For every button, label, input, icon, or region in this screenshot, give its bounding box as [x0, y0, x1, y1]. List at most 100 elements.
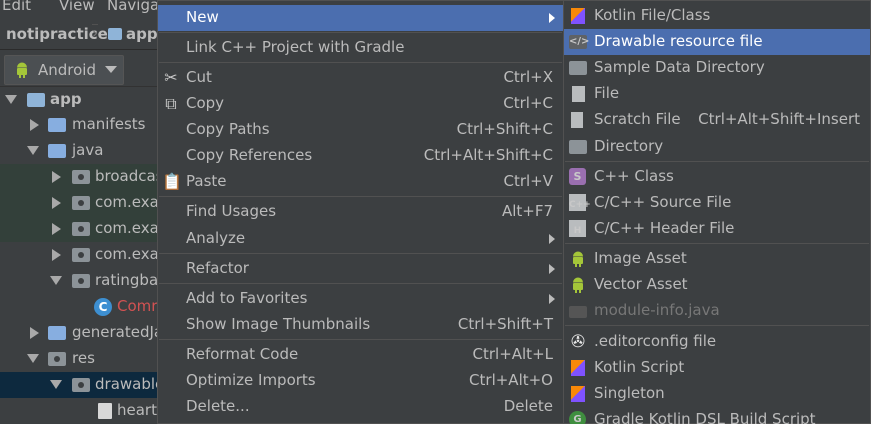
menu-item-label: Drawable resource file [594, 32, 763, 50]
submenu-item-singleton[interactable]: Singleton [564, 381, 870, 407]
menu-item-label: C/C++ Header File [594, 219, 735, 237]
menu-item-label: Gradle Kotlin DSL Build Script [594, 410, 816, 424]
menu-item-label: Delete... [186, 397, 250, 415]
menu-item-label: C++ Class [594, 167, 674, 185]
tree-item-package[interactable]: com.exan [0, 216, 160, 242]
menu-item-cut[interactable]: ✂ Cut Ctrl+X [158, 65, 563, 91]
menu-item-label: Sample Data Directory [594, 58, 765, 76]
menu-item-link-cpp[interactable]: Link C++ Project with Gradle [158, 35, 563, 61]
menu-item-label: Singleton [594, 384, 665, 402]
project-view-label: Android [38, 61, 96, 79]
folder-icon [48, 326, 66, 340]
menu-item-shortcut: Ctrl+X [503, 68, 553, 86]
package-icon [72, 274, 90, 288]
collapse-arrow-icon[interactable] [52, 223, 61, 235]
menu-separator [159, 196, 562, 197]
submenu-item-gradle-kotlin[interactable]: G Gradle Kotlin DSL Build Script [564, 407, 870, 424]
submenu-item-scratch-file[interactable]: Scratch File Ctrl+Alt+Shift+Insert [564, 107, 870, 133]
menu-item-copy[interactable]: ⧉ Copy Ctrl+C [158, 91, 563, 117]
singleton-icon [571, 386, 585, 402]
menu-item-label: Find Usages [186, 202, 277, 220]
new-submenu: Kotlin File/Class </> Drawable resource … [563, 0, 871, 424]
menu-view[interactable]: View [59, 0, 95, 14]
menu-edit[interactable]: Edit [2, 0, 31, 14]
tree-item-java[interactable]: java [0, 138, 160, 164]
tree-item-package[interactable]: com.exan [0, 242, 160, 268]
expand-arrow-icon[interactable] [50, 380, 62, 389]
cpp-class-icon: S [569, 168, 586, 185]
tree-item-generated[interactable]: generatedJa [0, 320, 160, 346]
expand-arrow-icon[interactable] [50, 276, 62, 285]
menu-item-shortcut: Ctrl+C [503, 94, 553, 112]
menu-item-label: Show Image Thumbnails [186, 315, 371, 333]
collapse-arrow-icon[interactable] [52, 249, 61, 261]
menu-item-reformat[interactable]: Reformat Code Ctrl+Alt+L [158, 342, 563, 368]
submenu-item-image-asset[interactable]: Image Asset [564, 246, 870, 272]
menu-item-label: Optimize Imports [186, 371, 316, 389]
tree-item-app[interactable]: app [0, 87, 160, 113]
menu-item-label: C/C++ Source File [594, 193, 732, 211]
menu-item-new[interactable]: New [158, 5, 563, 31]
submenu-item-editorconfig[interactable]: ✇ .editorconfig file [564, 329, 870, 355]
submenu-item-drawable-resource[interactable]: </> Drawable resource file [564, 29, 870, 55]
menu-item-copy-references[interactable]: Copy References Ctrl+Alt+Shift+C [158, 143, 563, 169]
breadcrumb-module-label: app [126, 25, 158, 43]
tree-item-file[interactable]: heart. [0, 398, 160, 424]
project-view-selector[interactable]: Android [4, 55, 124, 85]
submenu-item-directory[interactable]: Directory [564, 134, 870, 160]
collapse-arrow-icon[interactable] [52, 171, 61, 183]
menu-item-shortcut: Alt+F7 [501, 202, 553, 220]
menu-item-label: Image Asset [594, 249, 687, 267]
scratch-file-icon [571, 112, 583, 128]
expand-arrow-icon[interactable] [27, 146, 39, 155]
file-icon [572, 86, 585, 102]
menu-item-label: Copy Paths [186, 120, 270, 138]
menu-item-add-favorites[interactable]: Add to Favorites [158, 286, 563, 312]
tree-item-drawable[interactable]: drawable [0, 372, 160, 398]
collapse-arrow-icon[interactable] [30, 327, 39, 339]
menu-item-label: Add to Favorites [186, 289, 308, 307]
menu-item-label: Directory [594, 137, 664, 155]
menu-item-show-thumbnails[interactable]: Show Image Thumbnails Ctrl+Shift+T [158, 312, 563, 338]
submenu-item-cpp-header[interactable]: H C/C++ Header File [564, 216, 870, 242]
drawable-resource-icon: </> [569, 35, 590, 49]
copy-icon: ⧉ [165, 94, 177, 113]
module-icon [569, 306, 587, 318]
breadcrumb-separator: › [92, 24, 98, 42]
breadcrumb-module[interactable]: app [108, 25, 158, 43]
submenu-item-sample-data[interactable]: Sample Data Directory [564, 55, 870, 81]
tree-item-label: com.exan [95, 219, 160, 237]
module-folder-icon [108, 28, 122, 40]
expand-arrow-icon[interactable] [5, 95, 17, 104]
menu-item-label: module-info.java [594, 301, 720, 319]
tree-item-package[interactable]: com.exan [0, 190, 160, 216]
menu-item-label: Vector Asset [594, 275, 688, 293]
menu-item-analyze[interactable]: Analyze [158, 226, 563, 252]
submenu-item-kotlin-script[interactable]: Kotlin Script [564, 355, 870, 381]
menu-item-copy-paths[interactable]: Copy Paths Ctrl+Shift+C [158, 117, 563, 143]
tree-item-class[interactable]: C Comr [0, 294, 160, 320]
submenu-item-cpp-source[interactable]: C++ C/C++ Source File [564, 190, 870, 216]
menu-item-refactor[interactable]: Refactor [158, 256, 563, 282]
tree-item-manifests[interactable]: manifests [0, 112, 160, 138]
submenu-item-cpp-class[interactable]: S C++ Class [564, 164, 870, 190]
tree-item-package[interactable]: broadcas [0, 164, 160, 190]
tree-item-res[interactable]: res [0, 346, 160, 372]
menu-item-find-usages[interactable]: Find Usages Alt+F7 [158, 199, 563, 225]
expand-arrow-icon[interactable] [27, 354, 39, 363]
collapse-arrow-icon[interactable] [30, 119, 39, 131]
menu-item-paste[interactable]: 📋 Paste Ctrl+V [158, 169, 563, 195]
tree-item-label: com.exan [95, 193, 160, 211]
submenu-item-file[interactable]: File [564, 81, 870, 107]
tree-item-package[interactable]: ratingbar [0, 268, 160, 294]
submenu-item-vector-asset[interactable]: Vector Asset [564, 272, 870, 298]
submenu-item-kotlin-file[interactable]: Kotlin File/Class [564, 3, 870, 29]
folder-icon [48, 144, 66, 158]
menu-separator [159, 253, 562, 254]
menu-item-delete[interactable]: Delete... Delete [158, 394, 563, 420]
menu-item-shortcut: Ctrl+Shift+T [457, 315, 553, 333]
tree-item-label: res [72, 349, 95, 367]
collapse-arrow-icon[interactable] [52, 197, 61, 209]
tree-item-label: app [50, 90, 82, 108]
menu-item-optimize-imports[interactable]: Optimize Imports Ctrl+Alt+O [158, 368, 563, 394]
